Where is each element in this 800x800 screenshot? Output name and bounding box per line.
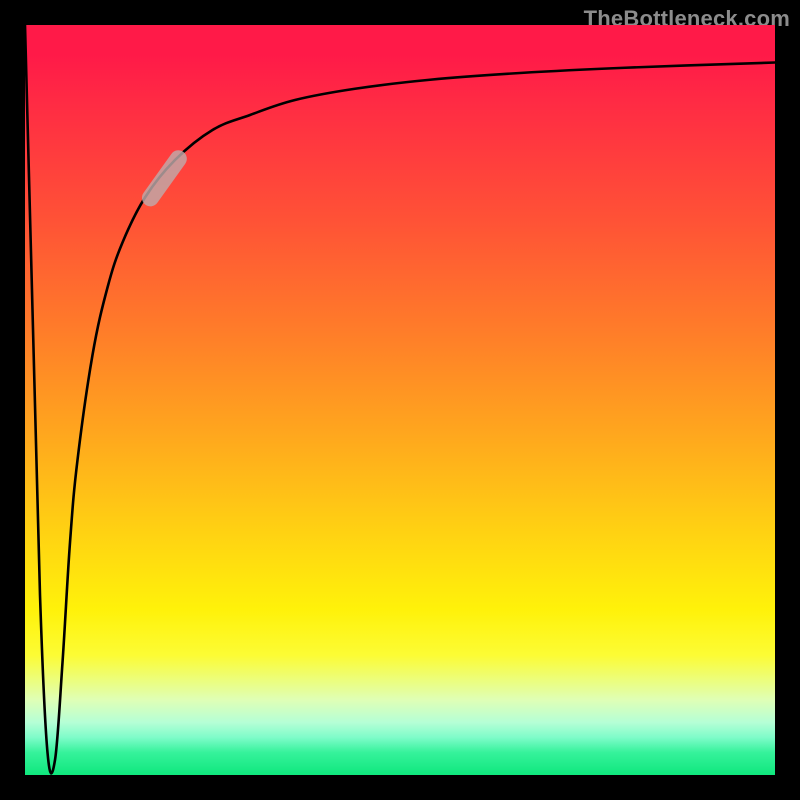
chart-container: TheBottleneck.com: [0, 0, 800, 800]
plot-area: [25, 25, 775, 775]
bottleneck-curve: [25, 25, 775, 773]
curve-layer: [25, 25, 775, 775]
